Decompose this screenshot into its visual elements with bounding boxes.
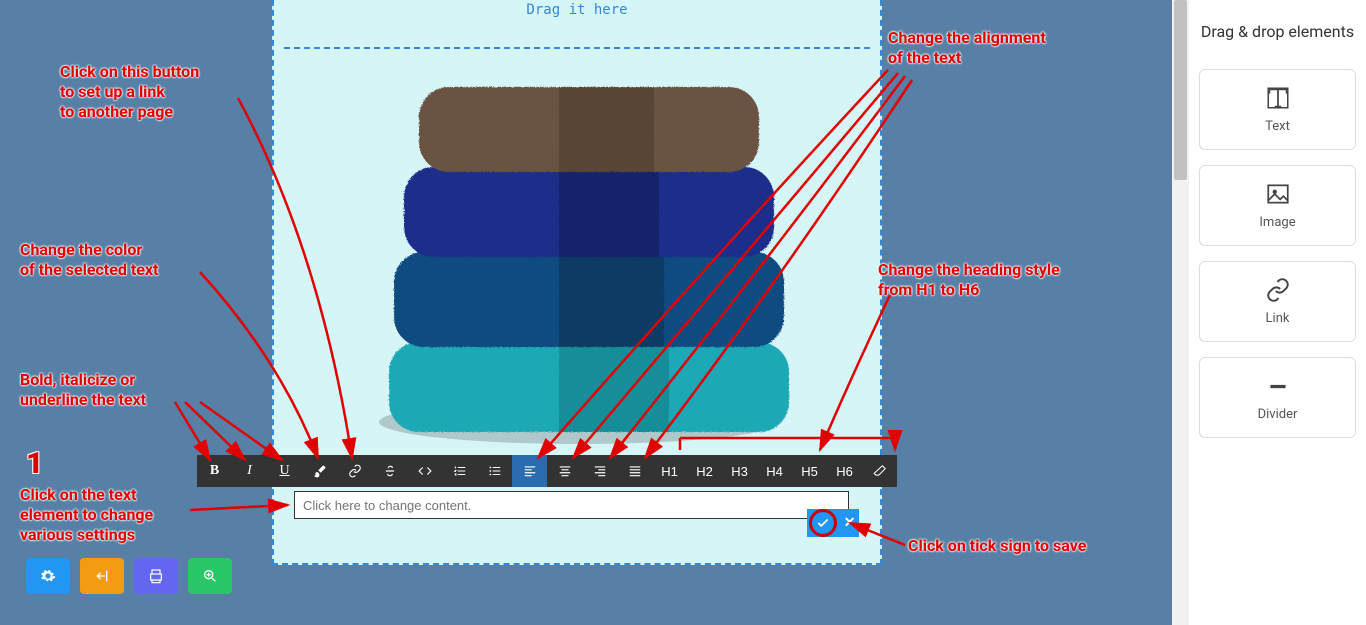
sidebar-item-label: Text xyxy=(1205,119,1350,134)
text-content-input[interactable] xyxy=(294,491,849,519)
cancel-button[interactable]: ✕ xyxy=(844,515,856,531)
align-left-button[interactable] xyxy=(512,455,547,487)
print-icon xyxy=(148,568,164,584)
align-right-button[interactable] xyxy=(582,455,617,487)
editor-main-area: Drag it here B I U xyxy=(0,0,1172,625)
code-button[interactable] xyxy=(407,455,442,487)
ordered-list-button[interactable] xyxy=(442,455,477,487)
text-edit-row xyxy=(294,491,849,519)
sidebar-item-label: Image xyxy=(1205,215,1350,230)
minus-icon xyxy=(1265,373,1291,399)
zoom-icon xyxy=(202,568,218,584)
save-cancel-block: ✕ xyxy=(807,509,859,537)
align-justify-icon xyxy=(628,464,642,478)
brush-icon xyxy=(313,464,327,478)
unordered-list-button[interactable] xyxy=(477,455,512,487)
h4-button[interactable]: H4 xyxy=(757,455,792,487)
code-icon xyxy=(418,464,432,478)
scrollbar-thumb[interactable] xyxy=(1174,0,1187,180)
elements-sidebar: Drag & drop elements Text Image Link Div… xyxy=(1189,0,1366,625)
italic-button[interactable]: I xyxy=(232,455,267,487)
annotation-click: Click on the text element to change vari… xyxy=(20,485,153,545)
annotation-biu: Bold, italicize or underline the text xyxy=(20,370,146,410)
zoom-button[interactable] xyxy=(188,558,232,594)
bold-label: B xyxy=(210,463,219,479)
sidebar-item-text[interactable]: Text xyxy=(1199,69,1356,150)
annotation-save: Click on tick sign to save xyxy=(908,536,1086,556)
sidebar-item-link[interactable]: Link xyxy=(1199,261,1356,342)
logout-button[interactable] xyxy=(80,558,124,594)
link-icon xyxy=(348,464,362,478)
h6-button[interactable]: H6 xyxy=(827,455,862,487)
drop-divider xyxy=(284,47,870,49)
sidebar-item-divider[interactable]: Divider xyxy=(1199,357,1356,438)
italic-label: I xyxy=(247,463,252,479)
exit-icon xyxy=(94,568,110,584)
align-right-icon xyxy=(593,464,607,478)
list-ol-icon xyxy=(453,464,467,478)
h1-button[interactable]: H1 xyxy=(652,455,687,487)
sidebar-title: Drag & drop elements xyxy=(1199,20,1356,44)
gear-icon xyxy=(40,568,56,584)
align-center-icon xyxy=(558,464,572,478)
sidebar-item-label: Divider xyxy=(1205,407,1350,422)
save-button[interactable] xyxy=(809,509,837,537)
strike-button[interactable] xyxy=(372,455,407,487)
annotation-color: Change the color of the selected text xyxy=(20,240,158,280)
h5-button[interactable]: H5 xyxy=(792,455,827,487)
settings-button[interactable] xyxy=(26,558,70,594)
chain-icon xyxy=(1265,277,1291,303)
vertical-scrollbar[interactable] xyxy=(1172,0,1189,625)
print-button[interactable] xyxy=(134,558,178,594)
image-icon xyxy=(1265,181,1291,207)
annotation-heading: Change the heading style from H1 to H6 xyxy=(878,260,1060,300)
drag-here-text: Drag it here xyxy=(274,2,880,18)
text-toolbar: B I U H1 H2 xyxy=(197,455,897,487)
underline-button[interactable]: U xyxy=(267,455,302,487)
align-center-button[interactable] xyxy=(547,455,582,487)
strike-icon xyxy=(383,464,397,478)
text-icon xyxy=(1265,85,1291,111)
text-color-button[interactable] xyxy=(302,455,337,487)
sidebar-item-label: Link xyxy=(1205,311,1350,326)
clear-formatting-button[interactable] xyxy=(862,455,897,487)
sidebar-item-image[interactable]: Image xyxy=(1199,165,1356,246)
align-left-icon xyxy=(523,464,537,478)
bottom-actions xyxy=(26,558,232,594)
list-ul-icon xyxy=(488,464,502,478)
h3-button[interactable]: H3 xyxy=(722,455,757,487)
step-number: 1 xyxy=(26,446,43,481)
bold-button[interactable]: B xyxy=(197,455,232,487)
check-icon xyxy=(816,516,830,530)
align-justify-button[interactable] xyxy=(617,455,652,487)
link-button[interactable] xyxy=(337,455,372,487)
annotation-link: Click on this button to set up a link to… xyxy=(60,62,199,122)
eraser-icon xyxy=(873,464,887,478)
underline-label: U xyxy=(279,463,289,479)
annotation-align: Change the alignment of the text xyxy=(888,28,1046,68)
product-image xyxy=(349,67,809,447)
h2-button[interactable]: H2 xyxy=(687,455,722,487)
